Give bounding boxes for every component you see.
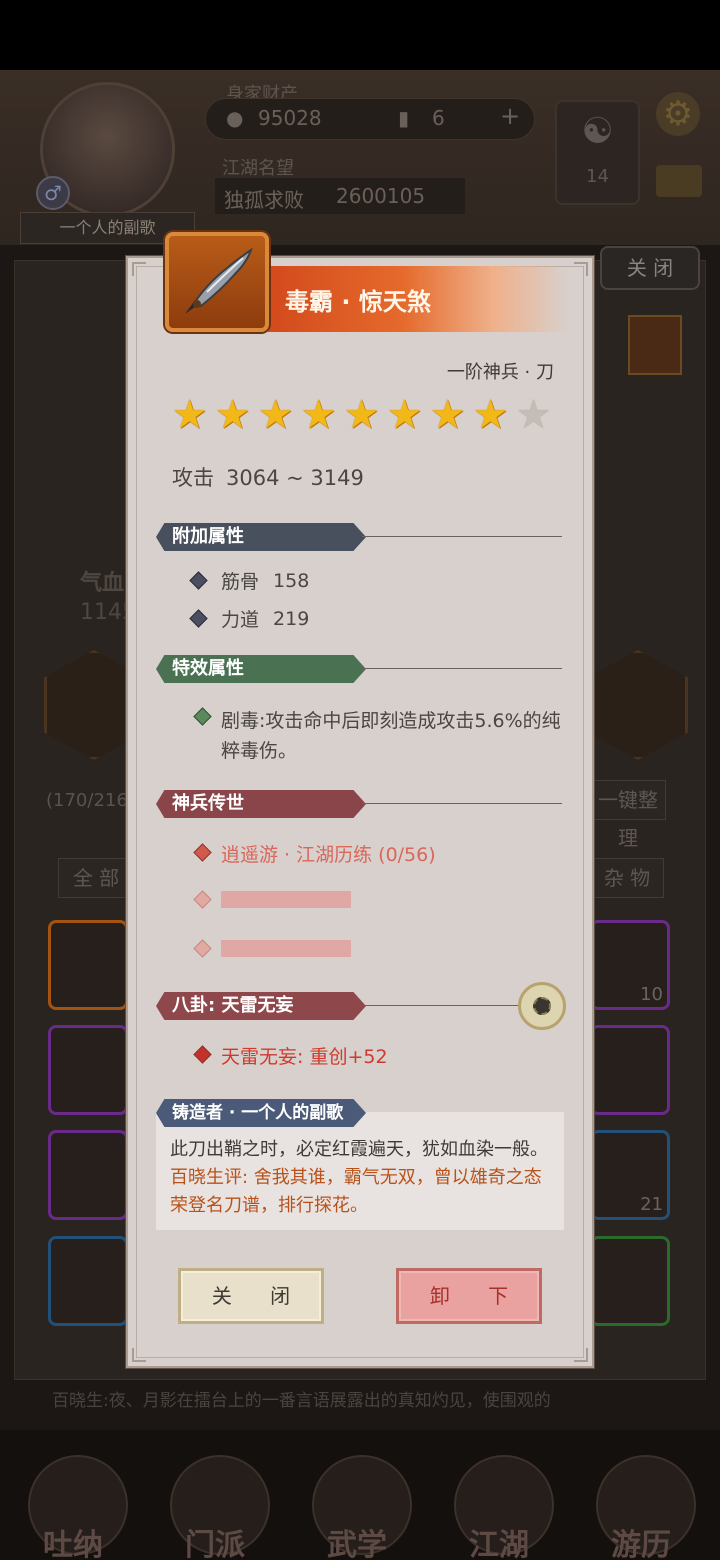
tab-misc[interactable]: 杂 物 <box>590 858 664 898</box>
star-filled-icon: ★ <box>214 392 251 438</box>
section-forger: 铸造者 · 一个人的副歌 <box>156 1099 366 1127</box>
taiji-icon: ☯ <box>581 111 614 152</box>
nav-label-jianghu[interactable]: 江湖 <box>444 1520 554 1560</box>
diamond-bullet-icon <box>189 609 208 628</box>
reputation-value: 2600105 <box>336 184 426 208</box>
lore-line-1: 此刀出鞘之时，必定红霞遍天，犹如血染一般。 <box>170 1139 548 1160</box>
currency-bar <box>205 98 535 140</box>
inventory-slot[interactable] <box>48 1236 128 1326</box>
coin-icon: ● <box>226 106 244 130</box>
corner-ornament <box>574 262 588 276</box>
inventory-slot[interactable]: 10 <box>590 920 670 1010</box>
status-bar-area <box>0 0 720 70</box>
reputation-title: 独孤求败 <box>224 188 304 212</box>
attack-stat: 攻击 3064 ~ 3149 <box>172 462 376 492</box>
section-bagua: 八卦: 天雷无妄 <box>156 992 366 1020</box>
player-level: 14 <box>586 166 609 187</box>
item-count: 10 <box>640 984 663 1005</box>
star-filled-icon: ★ <box>171 392 208 438</box>
inventory-slot[interactable] <box>48 1025 128 1115</box>
star-filled-icon: ★ <box>343 392 380 438</box>
section-special-attrs: 特效属性 <box>156 655 366 683</box>
gear-icon[interactable]: ⚙ <box>656 92 700 136</box>
inventory-slot[interactable] <box>590 1025 670 1115</box>
bagua-effect: 天雷无妄: 重创+52 <box>221 1046 388 1068</box>
nav-label-martial[interactable]: 武学 <box>302 1520 412 1560</box>
jade-icon: ▮ <box>398 106 410 130</box>
corner-ornament <box>574 1348 588 1362</box>
section-divider <box>362 1005 522 1006</box>
special-effect-text: 剧毒:攻击命中后即刻造成攻击5.6%的纯粹毒伤。 <box>221 710 561 762</box>
locked-legend-slot <box>221 940 351 957</box>
jade-amount: 6 <box>432 106 445 130</box>
star-filled-icon: ★ <box>300 392 337 438</box>
section-divider <box>362 668 562 669</box>
blade-icon <box>165 232 269 332</box>
star-rating: ★ ★ ★ ★ ★ ★ ★ ★ ★ <box>170 392 553 438</box>
corner-ornament <box>132 262 146 276</box>
corner-ornament <box>132 1348 146 1362</box>
bagua-icon[interactable] <box>518 982 566 1030</box>
inventory-slot[interactable]: 21 <box>590 1130 670 1220</box>
taiji-level-badge[interactable]: ☯ 14 <box>555 100 640 205</box>
inventory-slot[interactable] <box>590 1236 670 1326</box>
item-count: 21 <box>640 1194 663 1215</box>
medal-icon[interactable] <box>628 315 682 375</box>
star-filled-icon: ★ <box>386 392 423 438</box>
attr-row: 筋骨 158 <box>189 567 310 594</box>
lore-text: 此刀出鞘之时，必定红霞遍天，犹如血染一般。百晓生评: 舍我其谁，霸气无双，曾以雄… <box>170 1136 556 1220</box>
inventory-slot[interactable] <box>48 1130 128 1220</box>
item-grade: 一阶神兵 · 刀 <box>446 362 554 383</box>
attack-value: 3064 ~ 3149 <box>226 466 364 490</box>
section-divider <box>362 536 562 537</box>
nav-label-breathing[interactable]: 吐纳 <box>18 1520 128 1560</box>
sort-button[interactable]: 一键整理 <box>590 780 666 850</box>
reputation-label: 江湖名望 <box>222 158 294 179</box>
tab-all[interactable]: 全 部 <box>58 858 134 898</box>
attr-row: 力道 219 <box>189 605 310 632</box>
hp-label: 气血 <box>80 571 125 596</box>
attr-name: 筋骨 <box>221 571 260 593</box>
section-legend: 神兵传世 <box>156 790 366 818</box>
attr-name: 力道 <box>221 609 260 631</box>
diamond-bullet-icon <box>189 571 208 590</box>
add-currency-button[interactable]: + <box>500 102 520 130</box>
background-description: 百晓生:夜、月影在擂台上的一番言语展露出的真知灼见，使围观的 <box>52 1391 551 1411</box>
gender-icon: ♂ <box>36 176 70 210</box>
attr-value: 219 <box>273 607 310 630</box>
nav-label-sect[interactable]: 门派 <box>160 1520 270 1560</box>
section-extra-attrs: 附加属性 <box>156 523 366 551</box>
star-filled-icon: ★ <box>429 392 466 438</box>
attr-value: 158 <box>273 569 310 592</box>
lore-critique: 百晓生评: 舍我其谁，霸气无双，曾以雄奇之态荣登名刀谱，排行探花。 <box>170 1167 542 1216</box>
star-filled-icon: ★ <box>257 392 294 438</box>
nav-label-travel[interactable]: 游历 <box>586 1520 696 1560</box>
close-button[interactable]: 关 闭 <box>178 1268 324 1324</box>
mail-icon[interactable] <box>656 165 702 197</box>
item-title: 毒霸 · 惊天煞 <box>285 288 431 316</box>
star-filled-icon: ★ <box>472 392 509 438</box>
coin-amount: 95028 <box>258 106 322 130</box>
locked-legend-slot <box>221 891 351 908</box>
inventory-slot[interactable] <box>48 920 128 1010</box>
section-divider <box>362 803 562 804</box>
star-empty-icon: ★ <box>515 392 552 438</box>
background-close-button[interactable]: 关 闭 <box>600 246 700 290</box>
attack-label: 攻击 <box>172 466 214 490</box>
legend-quest[interactable]: 逍遥游 · 江湖历练 (0/56) <box>221 840 436 867</box>
inventory-count: (170/216 <box>46 790 128 811</box>
unequip-button[interactable]: 卸 下 <box>396 1268 542 1324</box>
